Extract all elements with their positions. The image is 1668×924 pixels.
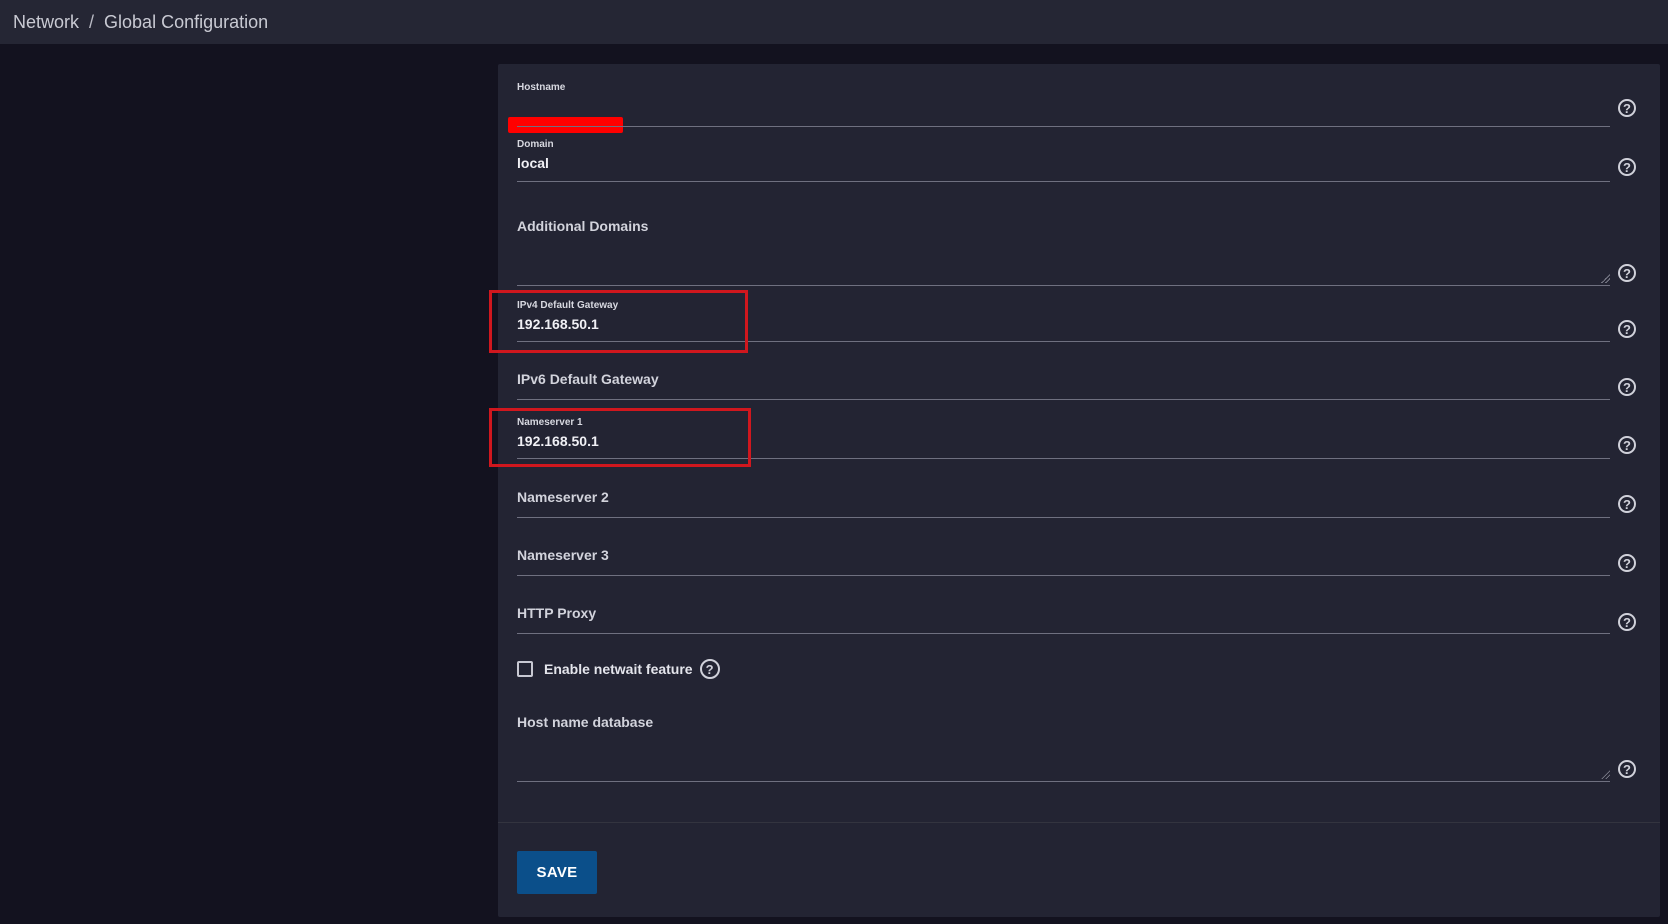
domain-label: Domain [517,139,554,150]
additional-domains-field[interactable]: Additional Domains [517,216,1610,286]
additional-domains-label: Additional Domains [517,218,649,234]
ipv6-gateway-help-icon[interactable]: ? [1618,378,1636,396]
nameserver1-help-icon[interactable]: ? [1618,436,1636,454]
nameserver3-underline [517,575,1610,576]
save-button[interactable]: SAVE [517,851,597,894]
breadcrumb-separator: / [89,11,95,32]
netwait-row: Enable netwait feature ? [517,659,720,679]
http-proxy-help-icon[interactable]: ? [1618,613,1636,631]
domain-field[interactable]: Domain local [517,139,1610,182]
global-config-panel: Hostname ? Domain local ? Additional Dom… [489,64,1660,917]
additional-domains-help-icon[interactable]: ? [1618,264,1636,282]
nameserver2-field[interactable]: Nameserver 2 [517,482,1610,518]
top-bar: Network / Global Configuration [0,0,1668,44]
breadcrumb-current: Global Configuration [104,11,269,32]
host-db-underline [517,781,1610,782]
hostname-field[interactable]: Hostname [508,82,1610,133]
nameserver3-label: Nameserver 3 [517,547,609,563]
ipv4-gateway-underline [517,341,1610,342]
nameserver1-label: Nameserver 1 [517,417,583,428]
host-db-help-icon[interactable]: ? [1618,760,1636,778]
additional-domains-underline [517,285,1610,286]
host-db-label: Host name database [517,714,654,730]
nameserver1-underline [517,458,1610,459]
netwait-label[interactable]: Enable netwait feature [544,661,693,677]
ipv4-gateway-field[interactable]: IPv4 Default Gateway 192.168.50.1 [517,300,1610,342]
form-divider [498,822,1660,823]
ipv6-gateway-label: IPv6 Default Gateway [517,371,659,387]
nameserver3-help-icon[interactable]: ? [1618,554,1636,572]
nameserver2-label: Nameserver 2 [517,489,609,505]
breadcrumb-network[interactable]: Network [13,12,79,33]
domain-value[interactable]: local [517,155,549,171]
http-proxy-label: HTTP Proxy [517,605,597,621]
ipv4-gateway-label: IPv4 Default Gateway [517,300,619,311]
redaction-mark [508,117,623,133]
http-proxy-field[interactable]: HTTP Proxy [517,598,1610,634]
hostname-help-icon[interactable]: ? [1618,99,1636,117]
ipv4-gateway-help-icon[interactable]: ? [1618,320,1636,338]
nameserver1-value[interactable]: 192.168.50.1 [517,433,599,449]
ipv4-gateway-value[interactable]: 192.168.50.1 [517,316,599,332]
ipv6-gateway-underline [517,399,1610,400]
resize-handle-icon[interactable] [1600,273,1610,283]
domain-help-icon[interactable]: ? [1618,158,1636,176]
host-db-field[interactable]: Host name database [517,714,1610,782]
nameserver1-field[interactable]: Nameserver 1 192.168.50.1 [517,417,1610,459]
domain-underline [517,181,1610,182]
nameserver2-help-icon[interactable]: ? [1618,495,1636,513]
hostname-label: Hostname [517,82,566,93]
nameserver3-field[interactable]: Nameserver 3 [517,540,1610,576]
netwait-help-icon[interactable]: ? [699,659,720,679]
hostname-underline [517,126,1610,127]
http-proxy-underline [517,633,1610,634]
resize-handle-icon[interactable] [1600,769,1610,779]
netwait-checkbox[interactable] [517,661,533,677]
ipv6-gateway-field[interactable]: IPv6 Default Gateway [517,364,1610,400]
nameserver2-underline [517,517,1610,518]
